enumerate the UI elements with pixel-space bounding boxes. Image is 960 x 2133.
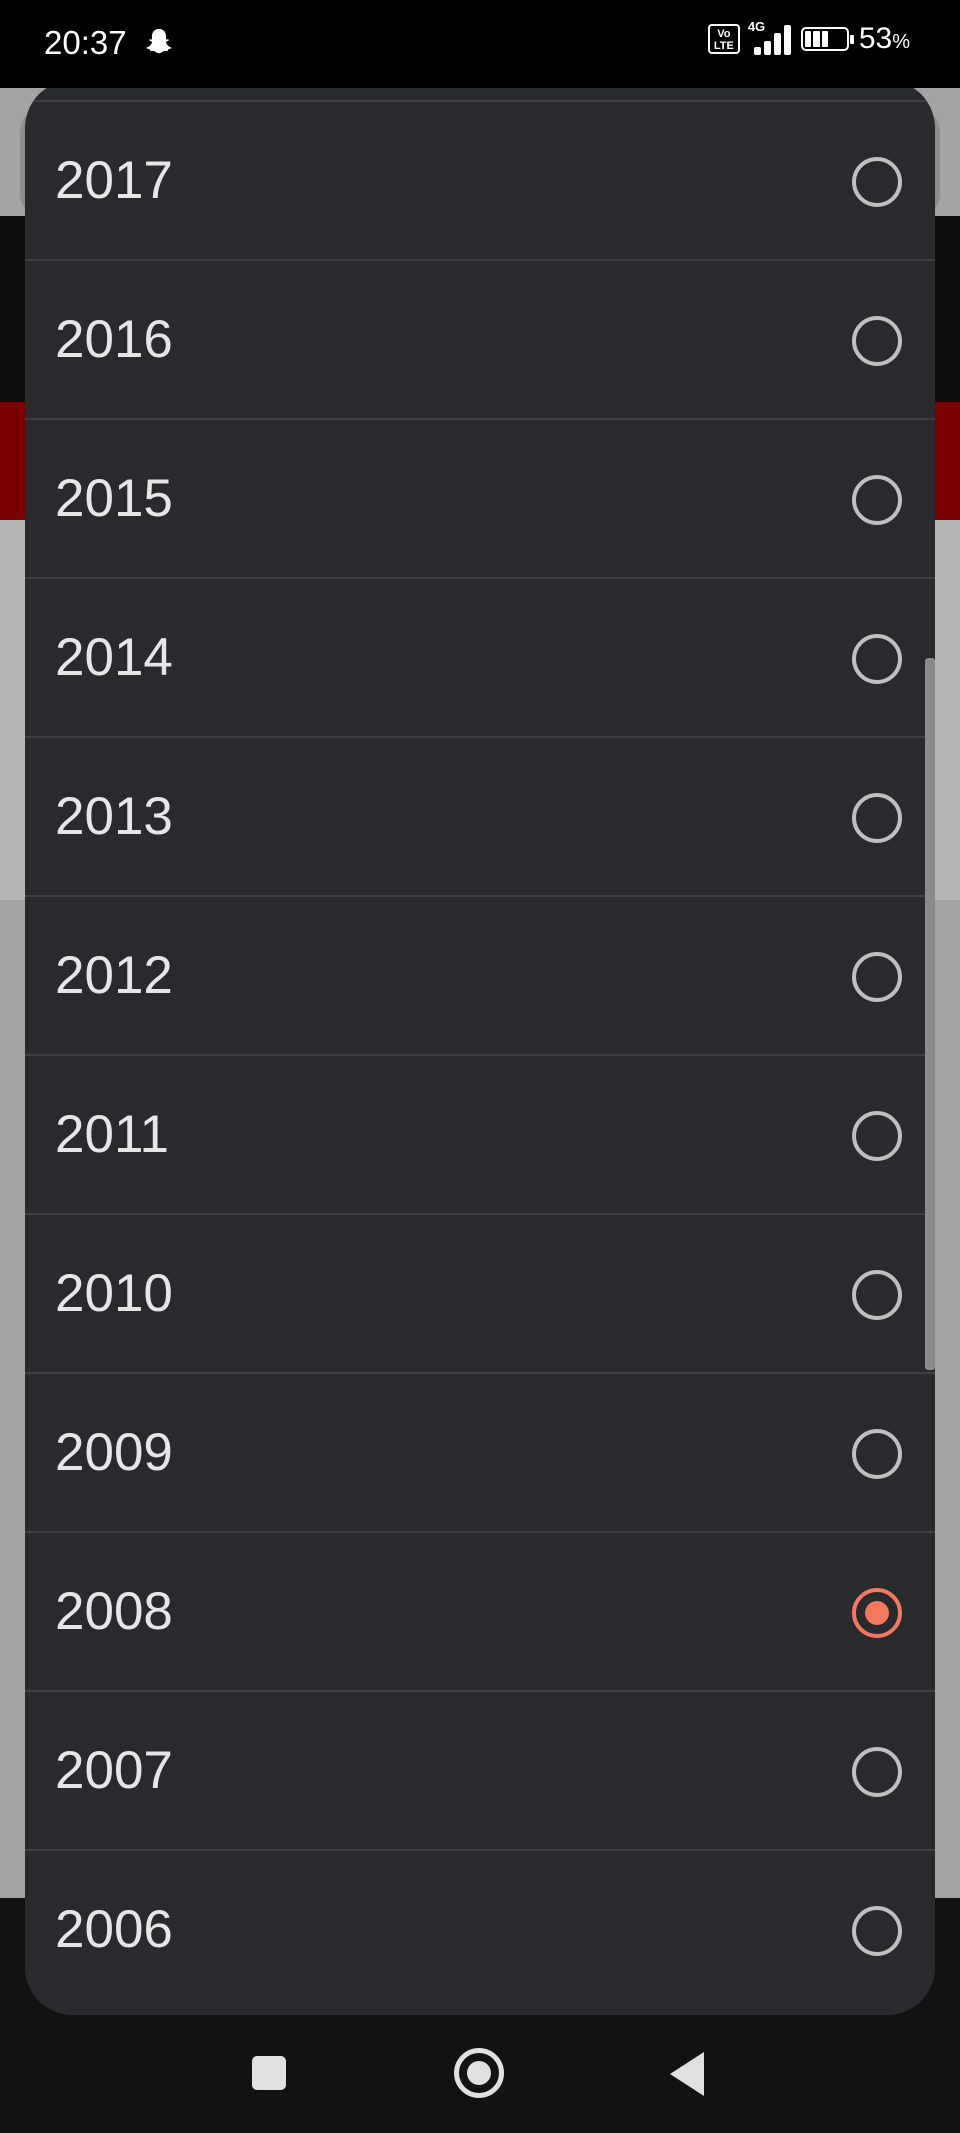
year-label: 2013 bbox=[55, 787, 173, 846]
year-option-2017[interactable]: 2017 bbox=[25, 100, 935, 259]
status-time: 20:37 bbox=[44, 24, 127, 61]
year-label: 2008 bbox=[55, 1582, 173, 1641]
year-option-2016[interactable]: 2016 bbox=[25, 259, 935, 418]
signal-icon: 4G bbox=[748, 19, 791, 55]
year-label: 2015 bbox=[55, 469, 173, 528]
radio-button-unchecked[interactable] bbox=[852, 952, 902, 1002]
year-label: 2006 bbox=[55, 1900, 173, 1959]
radio-button-unchecked[interactable] bbox=[852, 1111, 902, 1161]
radio-button-unchecked[interactable] bbox=[852, 1270, 902, 1320]
radio-button-unchecked[interactable] bbox=[852, 1747, 902, 1797]
scrollbar-thumb[interactable] bbox=[925, 658, 935, 1370]
radio-button-unchecked[interactable] bbox=[852, 475, 902, 525]
radio-button-unchecked[interactable] bbox=[852, 1429, 902, 1479]
year-label: 2012 bbox=[55, 946, 173, 1005]
year-option-2012[interactable]: 2012 bbox=[25, 895, 935, 1054]
radio-button-unchecked[interactable] bbox=[852, 1906, 902, 1956]
year-label: 2017 bbox=[55, 151, 173, 210]
navigation-bar bbox=[0, 2018, 960, 2133]
radio-button-checked[interactable] bbox=[852, 1588, 902, 1638]
battery-icon bbox=[800, 27, 854, 51]
year-picker-dialog: 2017 2016 2015 2014 2013 2012 2011 2010 2009 2008… bbox=[25, 80, 935, 2015]
year-label: 2010 bbox=[55, 1264, 173, 1323]
year-label: 2011 bbox=[55, 1105, 169, 1164]
radio-button-unchecked[interactable] bbox=[852, 793, 902, 843]
network-type-label: 4G bbox=[747, 19, 766, 34]
year-label: 2016 bbox=[55, 310, 173, 369]
year-option-2013[interactable]: 2013 bbox=[25, 736, 935, 895]
back-triangle-icon[interactable] bbox=[670, 2052, 704, 2096]
status-bar: 20:37 Vo LTE 4G 53% bbox=[0, 0, 960, 88]
radio-button-unchecked[interactable] bbox=[852, 316, 902, 366]
year-option-2007[interactable]: 2007 bbox=[25, 1690, 935, 1849]
year-list: 2017 2016 2015 2014 2013 2012 2011 2010 2009 2008… bbox=[25, 100, 935, 2008]
year-option-2014[interactable]: 2014 bbox=[25, 577, 935, 736]
year-option-2011[interactable]: 2011 bbox=[25, 1054, 935, 1213]
radio-button-unchecked[interactable] bbox=[852, 157, 902, 207]
year-option-2008[interactable]: 2008 bbox=[25, 1531, 935, 1690]
year-option-2009[interactable]: 2009 bbox=[25, 1372, 935, 1531]
year-label: 2014 bbox=[55, 628, 173, 687]
year-label: 2007 bbox=[55, 1741, 173, 1800]
volte-icon: Vo LTE bbox=[707, 24, 740, 54]
year-option-2006[interactable]: 2006 bbox=[25, 1849, 935, 2008]
recents-square-icon[interactable] bbox=[252, 2056, 286, 2090]
year-option-2010[interactable]: 2010 bbox=[25, 1213, 935, 1372]
radio-button-unchecked[interactable] bbox=[852, 634, 902, 684]
home-circle-icon[interactable] bbox=[454, 2048, 504, 2098]
year-label: 2009 bbox=[55, 1423, 173, 1482]
snapchat-icon bbox=[146, 28, 172, 54]
battery-percent: 53% bbox=[858, 22, 910, 55]
year-option-2015[interactable]: 2015 bbox=[25, 418, 935, 577]
status-icons: Vo LTE 4G 53% bbox=[707, 19, 910, 56]
